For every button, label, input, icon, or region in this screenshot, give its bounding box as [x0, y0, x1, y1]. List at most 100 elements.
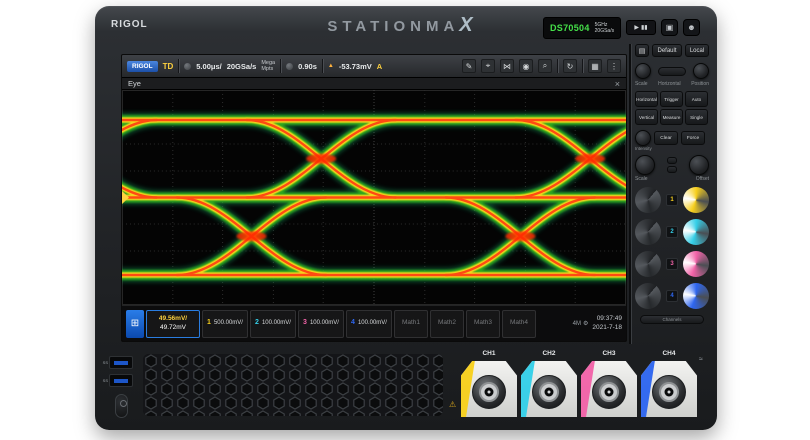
instrument-chassis: RIGOL STATIONMAX DS70504 5GHz 20GSa/s ▶ … [95, 6, 717, 430]
warning-icon: ⚠ [449, 400, 456, 409]
windows-button[interactable]: ⊞ [126, 310, 144, 338]
channel3-status[interactable]: 3 100.00mV/ [298, 310, 344, 338]
date-text: 2021-7-18 [592, 324, 622, 332]
menu-button[interactable]: ▤ [635, 44, 649, 57]
display-icon: ▣ [666, 23, 674, 32]
eye-analysis-icon[interactable]: ◉ [519, 59, 533, 73]
single-key[interactable]: Single [685, 109, 708, 125]
divider [280, 59, 281, 73]
channel3-knob-row: 3 [635, 251, 709, 277]
channel4-plate [641, 361, 697, 417]
vertical-labels: Scale Offset [635, 176, 709, 182]
channel2-number: 2 [255, 319, 259, 328]
usb-port-2: SS [109, 374, 133, 387]
channel2-status[interactable]: 2 100.00mV/ [250, 310, 296, 338]
clear-button[interactable]: Clear [654, 131, 678, 145]
vertical-knob-row [635, 155, 709, 175]
trigger-slope-icon: ▲ [328, 63, 334, 69]
waveform-area[interactable] [122, 90, 626, 305]
status-bar: ⊞ 49.56mV/ 49.72mV 1 500.00mV/ 2 100.00m… [122, 305, 626, 341]
memory-depth[interactable]: Mega Mpts [261, 60, 275, 73]
power-button[interactable] [115, 394, 128, 418]
channel1-knob-row: 1 [635, 187, 709, 213]
channel4-status[interactable]: 4 100.00mV/ [346, 310, 392, 338]
gear-icon[interactable]: ⚙ [583, 320, 588, 327]
force-button[interactable]: Force [681, 131, 705, 145]
edit-icon[interactable]: ✎ [462, 59, 476, 73]
sample-rate-value: 20GSa/s [227, 62, 257, 71]
top-buttons-row: ▤ Default Local [635, 44, 709, 57]
local-button[interactable]: Local [685, 44, 709, 57]
display-button[interactable]: ▣ [661, 19, 678, 36]
delay-value[interactable]: 0.90s [298, 62, 317, 71]
vertical-offset-knob[interactable] [689, 155, 709, 175]
cursor-icon[interactable]: ⌖ [481, 59, 495, 73]
default-button[interactable]: Default [652, 44, 682, 57]
impedance-button-bottom[interactable] [667, 166, 677, 173]
horizontal-position-knob[interactable] [693, 63, 709, 79]
horizontal-scale-knob[interactable] [635, 63, 651, 79]
selected-result-box[interactable]: 49.56mV/ 49.72mV [146, 310, 200, 338]
close-icon[interactable]: × [615, 79, 620, 89]
channels-row: Channels [635, 315, 709, 324]
channel1-input-label: CH1 [461, 350, 517, 361]
function-keys: Horizontal Trigger Auto Vertical Measure… [635, 91, 709, 125]
channel3-right-ring [683, 251, 709, 277]
horizontal-labels: Scale Horizontal Position [635, 81, 709, 87]
horizontal-pill-button[interactable] [658, 67, 686, 76]
impedance-button-top[interactable] [667, 157, 677, 164]
channel2-bnc-connector [532, 375, 566, 409]
channel2-input-label: CH2 [521, 350, 577, 361]
trigger-level-value[interactable]: -53.73mV [339, 62, 372, 71]
math2-status[interactable]: Math2 [430, 310, 464, 338]
channels-button[interactable]: Channels [640, 315, 704, 324]
horizontal-knob-row [635, 63, 709, 79]
rigol-menu-button[interactable]: RIGOL [127, 61, 158, 72]
timebase-value[interactable]: 5.00μs/ [196, 62, 221, 71]
math3-status[interactable]: Math3 [466, 310, 500, 338]
user-button[interactable]: ☻ [683, 19, 700, 36]
vertical-key[interactable]: Vertical [635, 109, 658, 125]
apps-grid-icon[interactable]: ▦ [588, 59, 602, 73]
channel1-number: 1 [207, 319, 211, 328]
channel4-input-label: CH4 [641, 350, 697, 361]
auto-key[interactable]: Auto [685, 91, 708, 107]
intensity-knob[interactable] [635, 130, 651, 146]
channel4-bnc-connector [652, 375, 686, 409]
channel3-button[interactable]: 3 [666, 258, 678, 270]
channel3-left-ring [635, 251, 661, 277]
user-icon: ☻ [687, 23, 695, 32]
channel2-button[interactable]: 2 [666, 226, 678, 238]
channel2-knob-row: 2 [635, 219, 709, 245]
channel4-button[interactable]: 4 [666, 290, 678, 302]
channel1-button[interactable]: 1 [666, 194, 678, 206]
channel2-right-ring [683, 219, 709, 245]
measure-key[interactable]: Measure [660, 109, 683, 125]
channel2-left-ring [635, 219, 661, 245]
search-icon[interactable]: ⌕ [538, 59, 552, 73]
horizontal-key[interactable]: Horizontal [635, 91, 658, 107]
history-icon[interactable]: ↻ [563, 59, 577, 73]
more-icon[interactable]: ⋮ [607, 59, 621, 73]
horizontal-icon [184, 63, 191, 70]
channel4-number: 4 [351, 319, 355, 328]
math4-status[interactable]: Math4 [502, 310, 536, 338]
vertical-scale-knob[interactable] [635, 155, 655, 175]
trigger-source[interactable]: A [377, 62, 382, 71]
math1-status[interactable]: Math1 [394, 310, 428, 338]
channel1-status[interactable]: 1 500.00mV/ [202, 310, 248, 338]
acquire-mode[interactable]: TD [163, 62, 174, 71]
channel3-plate [581, 361, 637, 417]
control-panel: ▤ Default Local Scale Horizontal Positio… [635, 44, 709, 374]
channel1-right-ring [683, 187, 709, 213]
panel-divider [629, 44, 631, 344]
model-specs: 5GHz 20GSa/s [595, 22, 614, 35]
viewer-title: Eye [128, 79, 141, 88]
xy-icon[interactable]: ⋈ [500, 59, 514, 73]
trigger-key[interactable]: Trigger [660, 91, 683, 107]
usb-tongue [114, 379, 128, 383]
toolbar: RIGOL TD 5.00μs/ 20GSa/s Mega Mpts 0.90s… [122, 55, 626, 77]
run-stop-button[interactable]: ▶ ▮▮ [626, 20, 656, 35]
pause-icon: ▮▮ [641, 24, 648, 31]
divider [322, 59, 323, 73]
